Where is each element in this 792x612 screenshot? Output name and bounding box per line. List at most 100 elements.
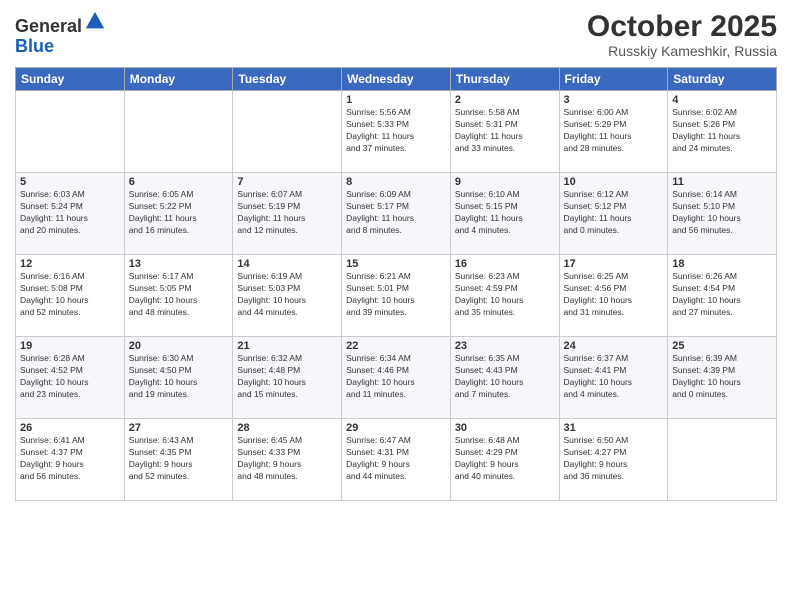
day-info: Daylight: 10 hours xyxy=(455,295,555,307)
day-info: and 28 minutes. xyxy=(564,143,664,155)
table-row: 10Sunrise: 6:12 AMSunset: 5:12 PMDayligh… xyxy=(559,173,668,255)
day-number: 26 xyxy=(20,422,120,434)
day-info: Sunrise: 6:21 AM xyxy=(346,271,446,283)
day-info: Sunrise: 6:30 AM xyxy=(129,353,229,365)
day-number: 2 xyxy=(455,94,555,106)
day-info: and 35 minutes. xyxy=(455,307,555,319)
day-info: Sunset: 4:35 PM xyxy=(129,447,229,459)
header-friday: Friday xyxy=(559,68,668,91)
day-info: Sunset: 4:37 PM xyxy=(20,447,120,459)
day-info: Daylight: 10 hours xyxy=(129,377,229,389)
day-info: Daylight: 10 hours xyxy=(564,295,664,307)
table-row: 30Sunrise: 6:48 AMSunset: 4:29 PMDayligh… xyxy=(450,419,559,501)
day-number: 4 xyxy=(672,94,772,106)
day-info: Sunrise: 6:34 AM xyxy=(346,353,446,365)
table-row: 27Sunrise: 6:43 AMSunset: 4:35 PMDayligh… xyxy=(124,419,233,501)
header-sunday: Sunday xyxy=(16,68,125,91)
day-number: 12 xyxy=(20,258,120,270)
table-row: 2Sunrise: 5:58 AMSunset: 5:31 PMDaylight… xyxy=(450,91,559,173)
table-row: 24Sunrise: 6:37 AMSunset: 4:41 PMDayligh… xyxy=(559,337,668,419)
day-info: Daylight: 10 hours xyxy=(672,295,772,307)
day-info: Daylight: 10 hours xyxy=(237,377,337,389)
table-row: 20Sunrise: 6:30 AMSunset: 4:50 PMDayligh… xyxy=(124,337,233,419)
day-info: and 40 minutes. xyxy=(455,471,555,483)
day-number: 24 xyxy=(564,340,664,352)
day-info: Sunrise: 6:09 AM xyxy=(346,189,446,201)
day-info: Sunset: 4:48 PM xyxy=(237,365,337,377)
day-number: 7 xyxy=(237,176,337,188)
day-info: Sunset: 5:10 PM xyxy=(672,201,772,213)
day-info: Sunset: 4:43 PM xyxy=(455,365,555,377)
day-info: Sunset: 5:33 PM xyxy=(346,119,446,131)
table-row xyxy=(668,419,777,501)
header-saturday: Saturday xyxy=(668,68,777,91)
calendar-page: General Blue October 2025 Russkiy Kamesh… xyxy=(0,0,792,612)
table-row: 16Sunrise: 6:23 AMSunset: 4:59 PMDayligh… xyxy=(450,255,559,337)
day-number: 6 xyxy=(129,176,229,188)
day-number: 18 xyxy=(672,258,772,270)
day-info: and 52 minutes. xyxy=(129,471,229,483)
day-info: Sunrise: 6:50 AM xyxy=(564,435,664,447)
day-info: Sunrise: 6:19 AM xyxy=(237,271,337,283)
day-info: Sunset: 5:05 PM xyxy=(129,283,229,295)
day-info: Sunrise: 6:03 AM xyxy=(20,189,120,201)
table-row: 8Sunrise: 6:09 AMSunset: 5:17 PMDaylight… xyxy=(342,173,451,255)
day-info: Sunset: 5:03 PM xyxy=(237,283,337,295)
table-row: 5Sunrise: 6:03 AMSunset: 5:24 PMDaylight… xyxy=(16,173,125,255)
table-row: 13Sunrise: 6:17 AMSunset: 5:05 PMDayligh… xyxy=(124,255,233,337)
table-row: 12Sunrise: 6:16 AMSunset: 5:08 PMDayligh… xyxy=(16,255,125,337)
logo: General Blue xyxy=(15,10,106,57)
day-info: Sunrise: 6:23 AM xyxy=(455,271,555,283)
day-info: Daylight: 11 hours xyxy=(346,213,446,225)
weekday-header-row: Sunday Monday Tuesday Wednesday Thursday… xyxy=(16,68,777,91)
day-number: 10 xyxy=(564,176,664,188)
day-number: 27 xyxy=(129,422,229,434)
day-info: Sunset: 4:31 PM xyxy=(346,447,446,459)
day-info: Daylight: 10 hours xyxy=(564,377,664,389)
day-info: Sunrise: 6:14 AM xyxy=(672,189,772,201)
day-info: Sunset: 5:31 PM xyxy=(455,119,555,131)
calendar-week-row: 1Sunrise: 5:56 AMSunset: 5:33 PMDaylight… xyxy=(16,91,777,173)
day-info: Sunset: 5:08 PM xyxy=(20,283,120,295)
day-info: Daylight: 11 hours xyxy=(129,213,229,225)
calendar-week-row: 19Sunrise: 6:28 AMSunset: 4:52 PMDayligh… xyxy=(16,337,777,419)
logo-general-text: General xyxy=(15,16,82,36)
day-info: Sunrise: 6:00 AM xyxy=(564,107,664,119)
month-title: October 2025 xyxy=(587,10,777,43)
day-info: Daylight: 10 hours xyxy=(20,377,120,389)
header: General Blue October 2025 Russkiy Kamesh… xyxy=(15,10,777,59)
day-info: Daylight: 10 hours xyxy=(20,295,120,307)
day-info: Sunrise: 6:43 AM xyxy=(129,435,229,447)
table-row: 7Sunrise: 6:07 AMSunset: 5:19 PMDaylight… xyxy=(233,173,342,255)
day-info: and 56 minutes. xyxy=(20,471,120,483)
day-info: Sunset: 4:50 PM xyxy=(129,365,229,377)
day-info: Sunset: 4:27 PM xyxy=(564,447,664,459)
day-info: Sunrise: 6:05 AM xyxy=(129,189,229,201)
table-row: 19Sunrise: 6:28 AMSunset: 4:52 PMDayligh… xyxy=(16,337,125,419)
day-number: 19 xyxy=(20,340,120,352)
day-info: Sunset: 5:26 PM xyxy=(672,119,772,131)
day-info: and 19 minutes. xyxy=(129,389,229,401)
day-info: Daylight: 11 hours xyxy=(346,131,446,143)
day-info: Sunset: 4:56 PM xyxy=(564,283,664,295)
day-info: Daylight: 11 hours xyxy=(455,131,555,143)
day-info: and 37 minutes. xyxy=(346,143,446,155)
day-info: Sunrise: 6:17 AM xyxy=(129,271,229,283)
day-number: 21 xyxy=(237,340,337,352)
day-info: Daylight: 10 hours xyxy=(672,213,772,225)
day-info: and 44 minutes. xyxy=(237,307,337,319)
day-info: Sunset: 4:39 PM xyxy=(672,365,772,377)
day-info: and 12 minutes. xyxy=(237,225,337,237)
day-info: Daylight: 10 hours xyxy=(346,295,446,307)
day-info: Daylight: 11 hours xyxy=(564,131,664,143)
day-info: Daylight: 11 hours xyxy=(237,213,337,225)
day-info: Sunrise: 6:07 AM xyxy=(237,189,337,201)
day-info: Sunset: 4:54 PM xyxy=(672,283,772,295)
day-number: 15 xyxy=(346,258,446,270)
table-row: 1Sunrise: 5:56 AMSunset: 5:33 PMDaylight… xyxy=(342,91,451,173)
logo-blue-text: Blue xyxy=(15,36,54,56)
day-info: Daylight: 11 hours xyxy=(455,213,555,225)
table-row: 25Sunrise: 6:39 AMSunset: 4:39 PMDayligh… xyxy=(668,337,777,419)
day-number: 17 xyxy=(564,258,664,270)
table-row: 23Sunrise: 6:35 AMSunset: 4:43 PMDayligh… xyxy=(450,337,559,419)
